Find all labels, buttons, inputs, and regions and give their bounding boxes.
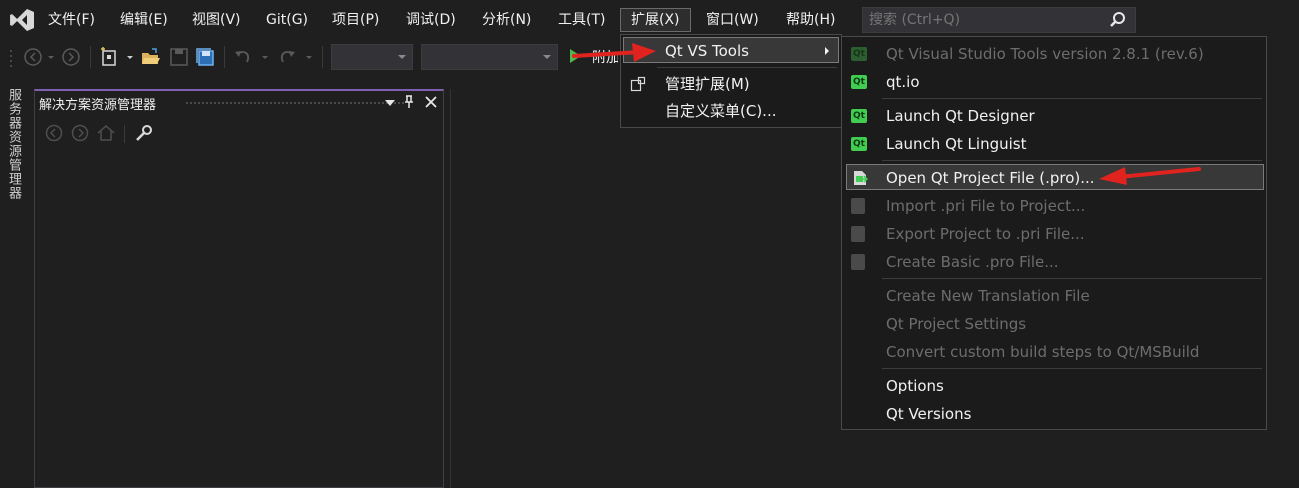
menu-item-label: Create New Translation File: [886, 287, 1090, 305]
toolbar-separator: [124, 125, 125, 143]
menu-git[interactable]: Git(G): [264, 9, 310, 31]
menu-item-label: Options: [886, 377, 944, 395]
solution-explorer-title: 解决方案资源管理器: [39, 98, 157, 113]
search-icon[interactable]: [1109, 11, 1127, 29]
chevron-down-icon: [543, 55, 551, 59]
back-dropdown-icon[interactable]: [46, 46, 56, 68]
menu-item-label: 管理扩展(M): [665, 75, 750, 93]
menu-item-label: 自定义菜单(C)...: [665, 102, 777, 120]
import-pri-icon: [851, 198, 865, 214]
close-icon[interactable]: [425, 96, 437, 108]
menu-item-qt-version-info: Qt Qt Visual Studio Tools version 2.8.1 …: [842, 41, 1266, 67]
search-box[interactable]: [862, 7, 1136, 33]
pin-icon[interactable]: [403, 94, 415, 110]
new-project-icon[interactable]: [98, 46, 124, 68]
undo-icon[interactable]: [232, 46, 254, 68]
menu-project[interactable]: 项目(P): [330, 9, 381, 31]
create-pro-icon: [851, 254, 865, 270]
panel-title-grip[interactable]: [185, 101, 405, 106]
export-pri-icon: [851, 226, 865, 242]
open-folder-icon[interactable]: [140, 46, 162, 68]
menu-item-label: Convert custom build steps to Qt/MSBuild: [886, 343, 1200, 361]
qt-linguist-icon: Qt: [851, 137, 867, 151]
forward-icon[interactable]: [70, 123, 90, 143]
open-pro-file-icon: [854, 171, 868, 185]
back-icon[interactable]: [44, 123, 64, 143]
qt-designer-icon: Qt: [851, 109, 867, 123]
qt-logo-icon: Qt: [851, 47, 867, 61]
toolbar-separator: [322, 46, 323, 68]
undo-dropdown-icon[interactable]: [260, 46, 270, 68]
navigate-forward-icon[interactable]: [60, 46, 82, 68]
menu-item-label: Launch Qt Linguist: [886, 135, 1027, 153]
menu-separator: [882, 160, 1262, 161]
menu-item-customize-menu[interactable]: 自定义菜单(C)...: [621, 98, 841, 124]
menu-separator: [882, 278, 1262, 279]
redo-icon[interactable]: [276, 46, 298, 68]
menu-item-import-pri: Import .pri File to Project...: [842, 193, 1266, 219]
solution-platform-dropdown[interactable]: [421, 44, 558, 70]
menu-item-label: Qt Versions: [886, 405, 972, 423]
save-all-icon[interactable]: [194, 46, 216, 68]
server-explorer-tab[interactable]: 服务器资源管理器: [0, 86, 30, 226]
menu-item-launch-qt-designer[interactable]: Qt Launch Qt Designer: [842, 103, 1266, 129]
menu-item-label: Open Qt Project File (.pro)...: [886, 169, 1095, 187]
chevron-down-icon: [398, 55, 406, 59]
manage-extensions-icon: [630, 76, 646, 92]
editor-divider: [450, 89, 451, 488]
search-input[interactable]: [863, 8, 1115, 32]
qt-vs-tools-submenu: Qt Qt Visual Studio Tools version 2.8.1 …: [841, 36, 1267, 430]
home-icon[interactable]: [96, 123, 116, 143]
menu-item-qt-io[interactable]: Qt qt.io: [842, 69, 1266, 95]
submenu-arrow-icon: [825, 47, 829, 55]
menu-window[interactable]: 窗口(W): [704, 9, 761, 31]
menu-separator: [882, 98, 1262, 99]
toolbar-grip-icon: [10, 50, 12, 67]
solution-configuration-dropdown[interactable]: [331, 44, 413, 70]
navigate-back-icon[interactable]: [22, 46, 44, 68]
annotation-arrow-icon: [572, 43, 656, 62]
menu-debug[interactable]: 调试(D): [404, 9, 458, 31]
wrench-properties-icon[interactable]: [134, 123, 154, 143]
menu-item-options[interactable]: Options: [842, 373, 1266, 399]
panel-options-icon[interactable]: [384, 97, 396, 109]
menu-item-label: Qt Project Settings: [886, 315, 1027, 333]
menu-item-manage-extensions[interactable]: 管理扩展(M): [621, 71, 841, 97]
menu-tools[interactable]: 工具(T): [556, 9, 607, 31]
menu-item-label: Qt VS Tools: [665, 42, 749, 60]
qt-logo-icon: Qt: [851, 75, 867, 89]
menu-analyze[interactable]: 分析(N): [480, 9, 533, 31]
menu-item-label: Create Basic .pro File...: [886, 253, 1059, 271]
solution-explorer-panel: 解决方案资源管理器: [34, 89, 444, 488]
menu-item-export-pri: Export Project to .pri File...: [842, 221, 1266, 247]
toolbar-separator: [224, 46, 225, 68]
menu-separator: [882, 368, 1262, 369]
menu-item-qt-versions[interactable]: Qt Versions: [842, 401, 1266, 427]
new-project-dropdown-icon[interactable]: [125, 46, 135, 68]
menu-item-launch-qt-linguist[interactable]: Qt Launch Qt Linguist: [842, 131, 1266, 157]
menu-item-convert-build-steps: Convert custom build steps to Qt/MSBuild: [842, 339, 1266, 365]
menu-extensions[interactable]: 扩展(X): [620, 8, 691, 32]
menu-edit[interactable]: 编辑(E): [118, 9, 170, 31]
menu-item-label: Export Project to .pri File...: [886, 225, 1085, 243]
save-icon[interactable]: [168, 46, 190, 68]
menu-file[interactable]: 文件(F): [46, 9, 97, 31]
server-explorer-tab-label: 服务器资源管理器: [6, 88, 21, 200]
menu-item-label: Qt Visual Studio Tools version 2.8.1 (re…: [886, 45, 1204, 63]
annotation-arrow-icon: [1099, 167, 1201, 185]
menu-item-create-translation-file: Create New Translation File: [842, 283, 1266, 309]
menu-separator: [657, 67, 837, 68]
menu-item-label: Import .pri File to Project...: [886, 197, 1086, 215]
menu-item-label: Launch Qt Designer: [886, 107, 1035, 125]
toolbar-separator: [90, 46, 91, 68]
menu-view[interactable]: 视图(V): [190, 9, 243, 31]
menu-item-create-basic-pro: Create Basic .pro File...: [842, 249, 1266, 275]
menu-item-qt-project-settings: Qt Project Settings: [842, 311, 1266, 337]
menu-item-label: qt.io: [886, 73, 920, 91]
visual-studio-logo-icon: [10, 9, 34, 31]
menu-help[interactable]: 帮助(H): [784, 9, 837, 31]
redo-dropdown-icon[interactable]: [304, 46, 314, 68]
